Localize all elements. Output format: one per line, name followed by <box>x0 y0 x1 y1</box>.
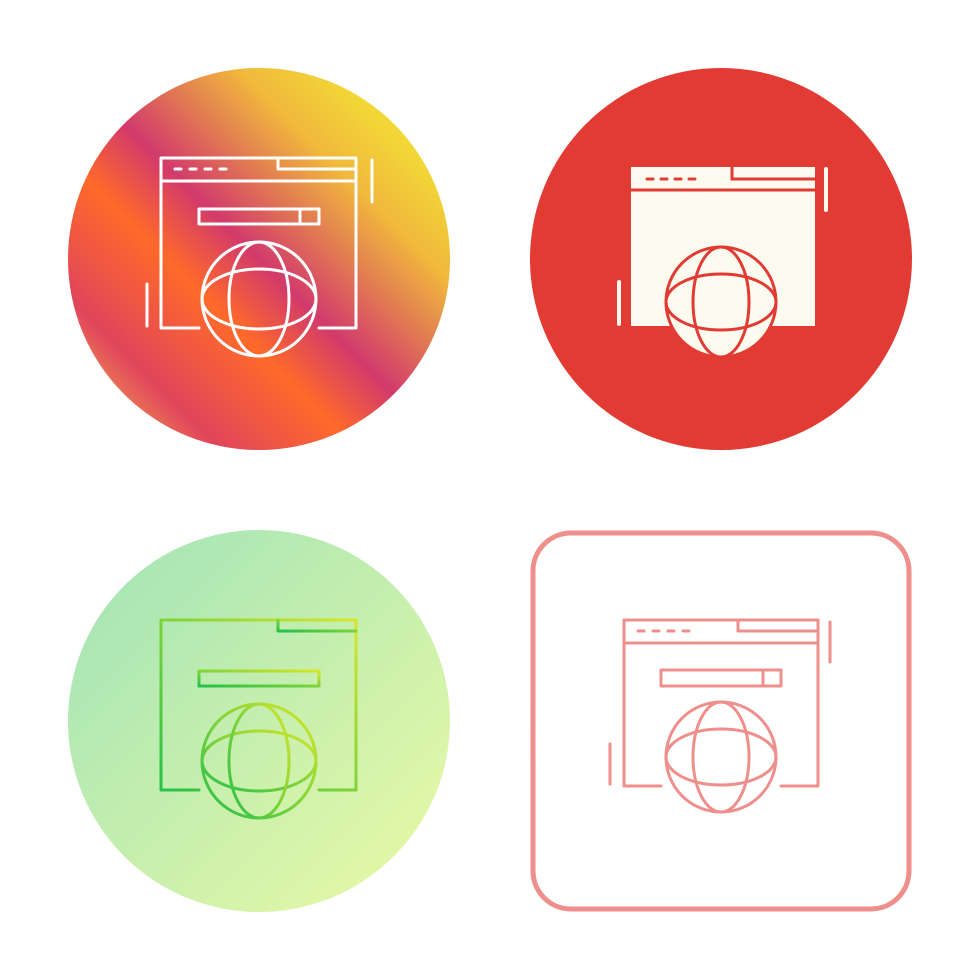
browser-globe-icon <box>68 530 450 912</box>
icon-tile-solid-circle <box>530 68 912 450</box>
icon-tile-gradient-circle <box>68 68 450 450</box>
browser-globe-icon <box>68 68 450 450</box>
background-circle <box>68 530 450 912</box>
browser-globe-icon <box>530 530 912 912</box>
background-circle <box>68 68 450 450</box>
rounded-square-frame <box>530 530 912 912</box>
browser-globe-icon <box>530 68 912 450</box>
icon-tile-light-gradient-circle <box>68 530 450 912</box>
icon-tile-outline-rounded-square <box>530 530 912 912</box>
